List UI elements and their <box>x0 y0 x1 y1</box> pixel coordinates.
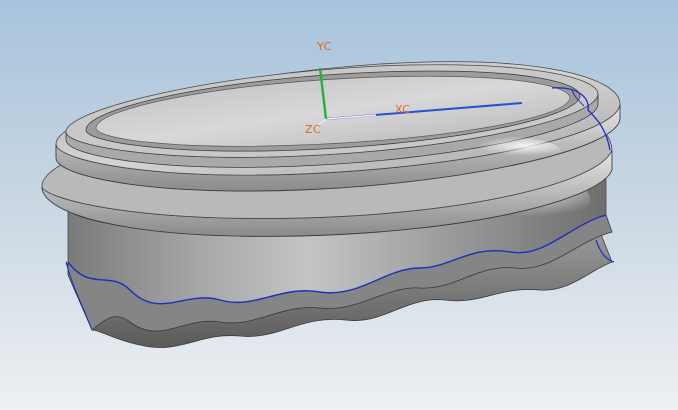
x-axis-label: XC <box>395 103 410 116</box>
rim-shine <box>420 136 560 164</box>
y-axis-label: YC <box>316 40 332 53</box>
z-axis-label: ZC <box>305 123 321 136</box>
graphics-viewport[interactable]: YC XC ZC <box>0 0 678 410</box>
3d-model-scene[interactable]: YC XC ZC <box>0 0 678 410</box>
